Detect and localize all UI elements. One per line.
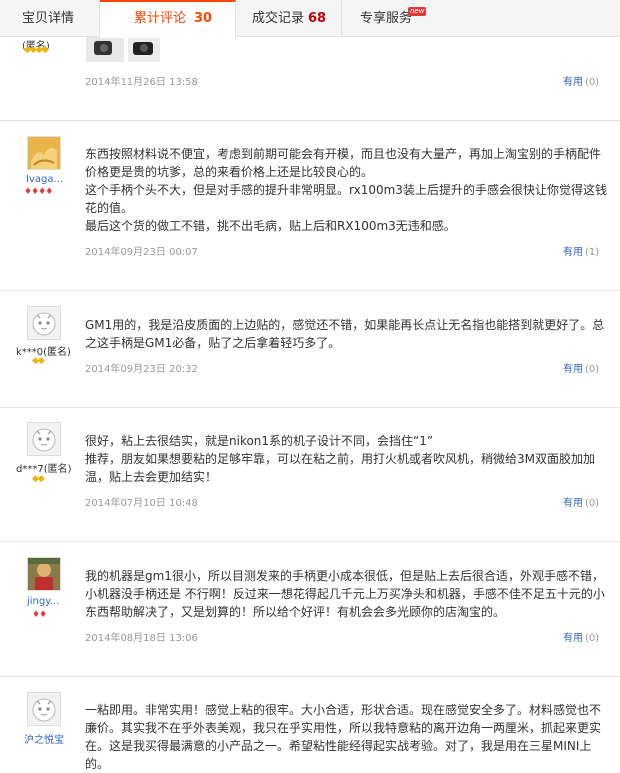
avatar[interactable]	[27, 557, 61, 591]
helpful-button[interactable]: 有用 (0)	[563, 73, 599, 88]
review-date: 2014年11月26日 13:58	[85, 77, 198, 88]
tab-reviews[interactable]: 累计评论 30	[100, 0, 236, 38]
avatar[interactable]	[27, 422, 61, 456]
helpful-button[interactable]: 有用 (0)	[563, 629, 599, 644]
review-date: 2014年07月10日 10:48	[85, 498, 198, 509]
tab-transactions[interactable]: 成交记录 68	[236, 0, 342, 37]
helpful-label: 有用	[563, 364, 583, 375]
reviewer-name[interactable]: 沪之悦宝	[24, 731, 64, 746]
helpful-count: (0)	[585, 77, 600, 88]
reviewer-level-gems: ◆◆◆◆	[24, 45, 49, 55]
transaction-count: 68	[308, 11, 327, 26]
review-text-line: 一粘即用。非常实用！感觉上粘的很牢。大小合适，形状合适。现在感觉安全多了。材料感…	[85, 703, 602, 771]
reviewer-name: d***7(匿名)	[16, 464, 72, 475]
row-divider	[0, 407, 620, 408]
helpful-button[interactable]: 有用 (1)	[563, 243, 599, 258]
review-photo-thumbnail[interactable]	[128, 37, 160, 62]
review-text-line: 推荐，朋友如果想要粘的足够牢靠，可以在粘之前，用打火机或者吹风机，稍微给3M双面…	[85, 452, 595, 484]
review-text-line: 这个手柄个头不大，但是对手感的提升非常明显。rx100m3装上后提升的手感会很快…	[85, 183, 607, 215]
review-text: 很好，粘上去很结实，就是nikon1系的机子设计不同，会挡住“1” 推荐，朋友如…	[85, 432, 610, 486]
reviewer-level-gems: ◆◆	[32, 356, 45, 366]
helpful-count: (1)	[585, 247, 600, 258]
tab-label: 成交记录	[252, 11, 305, 26]
helpful-label: 有用	[563, 247, 583, 258]
avatar[interactable]	[27, 136, 61, 170]
review-text: 我的机器是gm1很小，所以目测发来的手柄更小成本很低，但是贴上去后很合适，外观手…	[85, 567, 610, 621]
reviewer-name[interactable]: jingy...	[27, 596, 59, 607]
review-text: 一粘即用。非常实用！感觉上粘的很牢。大小合适，形状合适。现在感觉安全多了。材料感…	[85, 701, 610, 773]
helpful-count: (0)	[585, 633, 600, 644]
helpful-count: (0)	[585, 364, 600, 375]
tab-bar: 宝贝详情 累计评论 30 成交记录 68 专享服务 new	[0, 0, 620, 38]
tab-label: 累计评论	[134, 11, 187, 26]
review-photo-thumbnail[interactable]	[86, 37, 124, 62]
row-divider	[0, 290, 620, 291]
helpful-label: 有用	[563, 633, 583, 644]
reviewer-level-gems: ♦♦	[32, 610, 47, 620]
tab-services[interactable]: 专享服务 new	[342, 0, 442, 37]
avatar[interactable]	[27, 692, 61, 726]
helpful-count: (0)	[585, 498, 600, 509]
reviewer-level-gems: ◆◆	[32, 474, 45, 484]
review-count: 30	[194, 11, 213, 26]
helpful-label: 有用	[563, 498, 583, 509]
row-divider	[0, 541, 620, 542]
review-text: GM1用的，我是沿皮质面的上边贴的，感觉还不错，如果能再长点让无名指也能搭到就更…	[85, 316, 610, 352]
review-text-line: 很好，粘上去很结实，就是nikon1系的机子设计不同，会挡住“1”	[85, 434, 434, 448]
reviewer-name[interactable]: Ivaga...	[26, 174, 63, 185]
review-text-line: GM1用的，我是沿皮质面的上边贴的，感觉还不错，如果能再长点让无名指也能搭到就更…	[85, 318, 605, 350]
tab-item-details[interactable]: 宝贝详情	[0, 0, 100, 37]
review-text: 东西按照材料说不便宜，考虑到前期可能会有开模，而且也没有大量产，再加上淘宝别的手…	[85, 145, 610, 235]
row-divider	[0, 676, 620, 677]
review-date: 2014年09月23日 00:07	[85, 247, 198, 258]
helpful-button[interactable]: 有用 (0)	[563, 494, 599, 509]
tab-label: 专享服务	[360, 11, 413, 26]
reviewer-level-gems: ♦♦♦♦	[24, 187, 53, 197]
row-divider	[0, 120, 620, 121]
helpful-button[interactable]: 有用 (0)	[563, 360, 599, 375]
review-text-line: 我的机器是gm1很小，所以目测发来的手柄更小成本很低，但是贴上去后很合适，外观手…	[85, 569, 605, 619]
tab-label: 宝贝详情	[22, 11, 75, 26]
review-date: 2014年08月18日 13:06	[85, 633, 198, 644]
helpful-label: 有用	[563, 77, 583, 88]
review-text-line: 东西按照材料说不便宜，考虑到前期可能会有开模，而且也没有大量产，再加上淘宝别的手…	[85, 147, 602, 179]
new-badge: new	[408, 7, 427, 16]
review-date: 2014年09月23日 20:32	[85, 364, 198, 375]
review-text-line: 最后这个货的做工不错，挑不出毛病，贴上后和RX100m3无违和感。	[85, 219, 456, 233]
avatar[interactable]	[27, 306, 61, 340]
